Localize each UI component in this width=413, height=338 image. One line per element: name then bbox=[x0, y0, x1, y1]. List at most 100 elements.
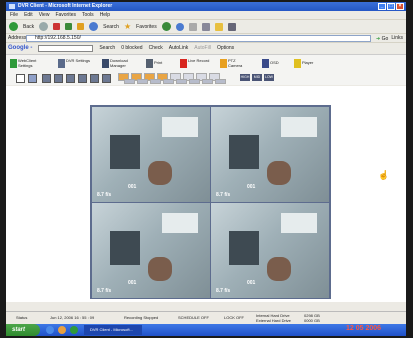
popup-blocked-button[interactable]: 0 blocked bbox=[121, 45, 142, 51]
external-hdd-label: External Hard Drive bbox=[256, 318, 291, 323]
back-arrow-icon[interactable] bbox=[9, 22, 18, 31]
layout-10-button[interactable] bbox=[90, 74, 99, 83]
screen: DVR Client - Microsoft Internet Explorer… bbox=[6, 2, 406, 336]
ie-icon bbox=[9, 4, 15, 9]
channel-13-button[interactable] bbox=[176, 79, 187, 84]
status-schedule: SCHEDULE OFF bbox=[178, 315, 209, 320]
favorites-star-icon: ★ bbox=[123, 22, 132, 31]
camera-view-1[interactable]: 001 8.7 f/s bbox=[92, 107, 210, 202]
status-lock: LOCK OFF bbox=[224, 315, 245, 320]
channel-16-button[interactable] bbox=[215, 79, 226, 84]
print-icon[interactable] bbox=[201, 22, 210, 31]
google-search-button[interactable]: Search bbox=[99, 45, 115, 51]
home-icon[interactable] bbox=[77, 23, 85, 30]
layout-9-button[interactable] bbox=[42, 74, 51, 83]
autofill-button[interactable]: AutoFill bbox=[194, 45, 211, 51]
dvr-settings-button[interactable]: DVR Settings bbox=[58, 57, 94, 70]
channel-10-button[interactable] bbox=[137, 79, 148, 84]
google-logo[interactable]: Google - bbox=[8, 45, 32, 51]
download-manager-button[interactable]: Download Manager bbox=[102, 57, 142, 70]
quicklaunch-icon[interactable] bbox=[70, 326, 78, 334]
camera-scene bbox=[267, 161, 291, 185]
channel-9-button[interactable] bbox=[124, 79, 135, 84]
media-icon[interactable] bbox=[161, 22, 171, 31]
ptz-camera-label: PTZ Camera bbox=[228, 58, 243, 68]
camera-fps: 8.7 f/s bbox=[97, 192, 112, 198]
start-button[interactable]: start bbox=[6, 324, 40, 336]
address-input[interactable]: http://192.168.5.150/ bbox=[26, 35, 371, 42]
ie-quicklaunch-icon[interactable] bbox=[46, 326, 54, 334]
menu-favorites[interactable]: Favorites bbox=[55, 11, 76, 19]
quality-low-button[interactable]: LOW bbox=[264, 74, 274, 81]
camera-scene bbox=[110, 231, 140, 265]
camera-view-4[interactable]: 001 8.7 f/s bbox=[211, 203, 329, 298]
status-datetime: Jun 12, 2006 16 : 55 : 09 bbox=[50, 315, 95, 320]
layout-6-button[interactable] bbox=[66, 74, 75, 83]
folder-icon[interactable] bbox=[214, 22, 223, 31]
webclient-settings-button[interactable]: WebClient Settings bbox=[10, 57, 52, 70]
camera-view-2[interactable]: 001 8.7 f/s bbox=[211, 107, 329, 202]
messenger-icon[interactable] bbox=[227, 22, 236, 31]
camera-channel: 001 bbox=[128, 280, 137, 286]
favorites-button[interactable]: Favorites bbox=[136, 24, 157, 30]
layout-single-button[interactable] bbox=[16, 74, 25, 83]
menu-view[interactable]: View bbox=[39, 11, 50, 19]
camera-scene bbox=[110, 135, 140, 169]
dvr-toolbar: WebClient Settings DVR Settings Download… bbox=[6, 54, 406, 73]
camera-fps: 8.7 f/s bbox=[216, 288, 231, 294]
menu-tools[interactable]: Tools bbox=[82, 11, 94, 19]
window-title: DVR Client - Microsoft Internet Explorer bbox=[18, 3, 113, 9]
layout-8-button[interactable] bbox=[78, 74, 87, 83]
player-label: Player bbox=[302, 60, 314, 65]
channel-11-button[interactable] bbox=[150, 79, 161, 84]
google-search-input[interactable] bbox=[38, 44, 94, 52]
mail-icon[interactable] bbox=[188, 22, 197, 31]
autolink-button[interactable]: AutoLink bbox=[169, 45, 188, 51]
camera-grid: 001 8.7 f/s 001 8.7 f/s 001 8.7 f/s 001 … bbox=[90, 105, 331, 299]
search-icon bbox=[89, 22, 99, 31]
live-record-button[interactable]: Live Record bbox=[180, 57, 214, 70]
download-manager-label: Download Manager bbox=[110, 58, 128, 68]
menu-file[interactable]: File bbox=[10, 11, 18, 19]
maximize-button[interactable]: □ bbox=[387, 3, 395, 10]
menu-help[interactable]: Help bbox=[100, 11, 110, 19]
print-button[interactable]: Print bbox=[146, 57, 172, 70]
channel-15-button[interactable] bbox=[202, 79, 213, 84]
player-button[interactable]: Player bbox=[294, 57, 326, 70]
printer-icon bbox=[146, 59, 153, 68]
clock: 12 05 2006 bbox=[346, 325, 382, 332]
menu-edit[interactable]: Edit bbox=[24, 11, 33, 19]
ptz-camera-button[interactable]: PTZ Camera bbox=[220, 57, 254, 70]
search-button[interactable]: Search bbox=[103, 24, 119, 30]
live-record-label: Live Record bbox=[188, 58, 210, 63]
quicklaunch-icon[interactable] bbox=[58, 326, 66, 334]
camera-fps: 8.7 f/s bbox=[216, 192, 231, 198]
camera-scene bbox=[148, 257, 172, 281]
layout-13-button[interactable] bbox=[102, 74, 111, 83]
camera-channel: 001 bbox=[128, 184, 137, 190]
refresh-icon[interactable] bbox=[65, 23, 73, 30]
layout-quad-button[interactable] bbox=[28, 74, 37, 83]
stop-icon[interactable] bbox=[53, 23, 61, 30]
channel-14-button[interactable] bbox=[189, 79, 200, 84]
camera-scene bbox=[229, 135, 259, 169]
camera-scene bbox=[148, 161, 172, 185]
taskbar-dvr-client[interactable]: DVR Client - Microsoft... bbox=[84, 325, 142, 335]
quality-high-button[interactable]: HIGH bbox=[240, 74, 250, 81]
record-icon bbox=[180, 59, 187, 68]
check-button[interactable]: Check bbox=[149, 45, 163, 51]
options-button[interactable]: Options bbox=[217, 45, 234, 51]
minimize-button[interactable]: _ bbox=[378, 3, 386, 10]
osd-button[interactable]: OSD bbox=[262, 57, 288, 70]
quality-mid-button[interactable]: MID bbox=[252, 74, 262, 81]
history-icon[interactable] bbox=[175, 22, 184, 31]
back-button[interactable]: Back bbox=[23, 24, 34, 30]
camera-view-3[interactable]: 001 8.7 f/s bbox=[92, 203, 210, 298]
layout-16-button[interactable] bbox=[54, 74, 63, 83]
ptz-icon bbox=[220, 59, 227, 68]
camera-scene bbox=[229, 231, 259, 265]
forward-arrow-icon[interactable] bbox=[39, 22, 49, 31]
close-button[interactable]: × bbox=[396, 3, 404, 10]
channel-12-button[interactable] bbox=[163, 79, 174, 84]
google-toolbar: Google - Search 0 blocked Check AutoLink… bbox=[6, 42, 406, 53]
